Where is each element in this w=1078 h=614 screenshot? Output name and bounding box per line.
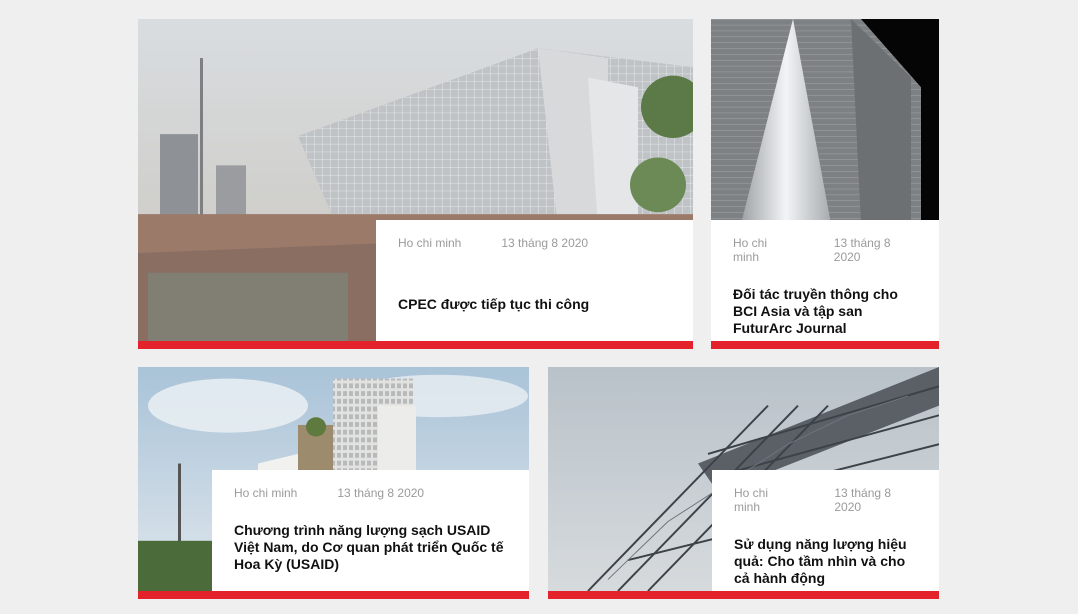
- article-title[interactable]: Chương trình năng lượng sạch USAID Việt …: [234, 522, 507, 573]
- article-card[interactable]: Ho chi minh 13 tháng 8 2020 Chương trình…: [138, 367, 529, 599]
- article-meta: Ho chi minh 13 tháng 8 2020: [234, 486, 507, 500]
- article-date: 13 tháng 8 2020: [337, 486, 425, 500]
- article-meta: Ho chi minh 13 tháng 8 2020: [398, 236, 671, 250]
- article-date: 13 tháng 8 2020: [834, 486, 892, 514]
- article-info: Ho chi minh 13 tháng 8 2020 Chương trình…: [212, 470, 529, 591]
- article-date: 13 tháng 8 2020: [501, 236, 589, 250]
- article-title[interactable]: Sử dụng năng lượng hiệu quả: Cho tầm nhì…: [734, 536, 917, 587]
- article-info: Ho chi minh 13 tháng 8 2020 Sử dụng năng…: [712, 470, 939, 591]
- article-meta: Ho chi minh 13 tháng 8 2020: [734, 486, 917, 514]
- article-location: Ho chi minh: [234, 486, 298, 500]
- article-location: Ho chi minh: [734, 486, 769, 514]
- article-title[interactable]: CPEC được tiếp tục thi công: [398, 296, 671, 313]
- article-date: 13 tháng 8 2020: [833, 236, 891, 264]
- article-card[interactable]: Ho chi minh 13 tháng 8 2020 CPEC được ti…: [138, 19, 693, 349]
- article-info: Ho chi minh 13 tháng 8 2020 Đối tác truy…: [711, 220, 939, 341]
- article-location: Ho chi minh: [398, 236, 462, 250]
- article-title[interactable]: Đối tác truyền thông cho BCI Asia và tập…: [733, 286, 917, 337]
- article-card[interactable]: Ho chi minh 13 tháng 8 2020 Đối tác truy…: [711, 19, 939, 349]
- article-info: Ho chi minh 13 tháng 8 2020 CPEC được ti…: [376, 220, 693, 341]
- article-meta: Ho chi minh 13 tháng 8 2020: [733, 236, 917, 264]
- article-location: Ho chi minh: [733, 236, 768, 264]
- article-card[interactable]: Ho chi minh 13 tháng 8 2020 Sử dụng năng…: [548, 367, 939, 599]
